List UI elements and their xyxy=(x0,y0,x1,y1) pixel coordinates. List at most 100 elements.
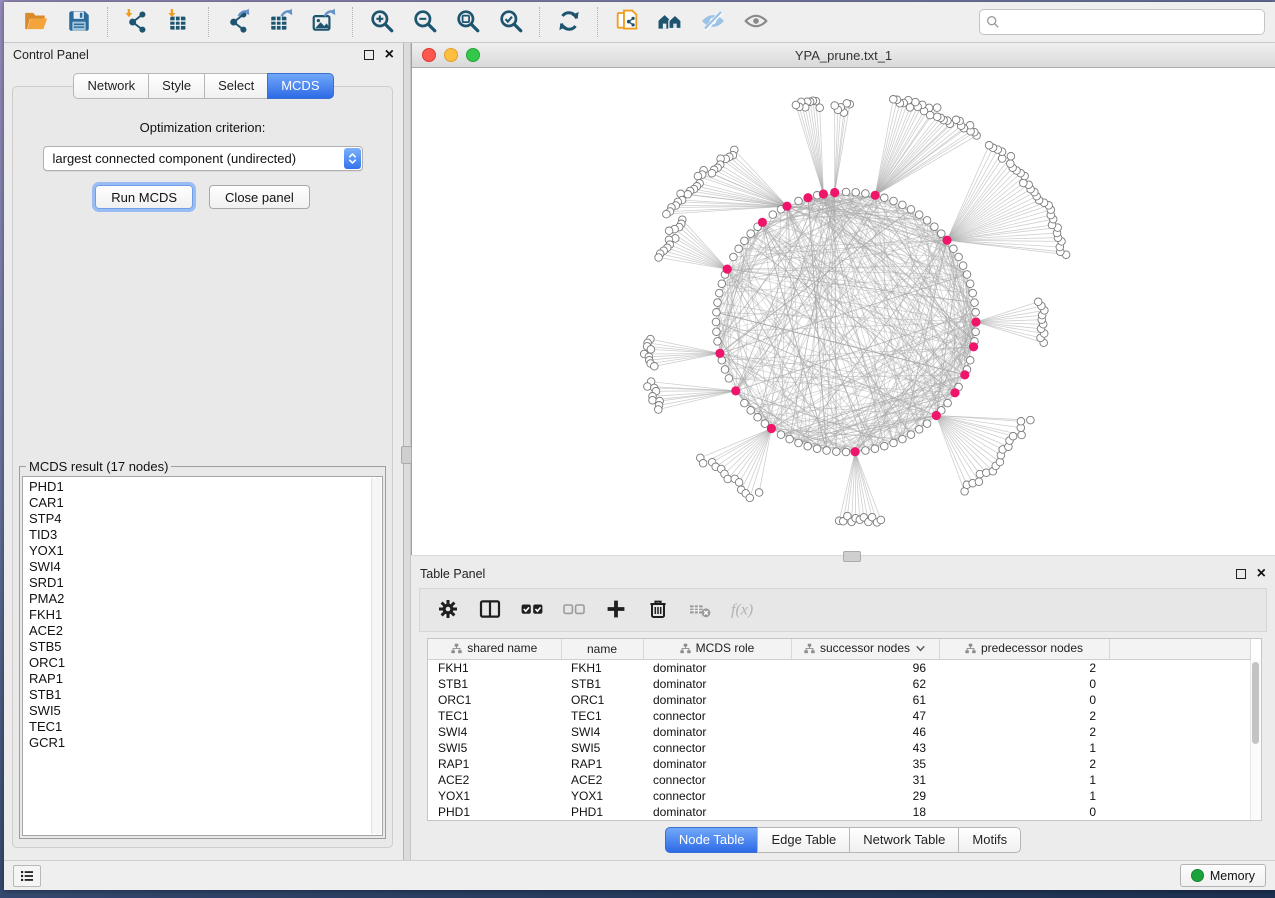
float-panel-icon[interactable] xyxy=(364,50,374,60)
node-table[interactable]: shared namenameMCDS rolesuccessor nodesp… xyxy=(428,639,1251,820)
window-zoom-button[interactable] xyxy=(466,48,480,62)
eye-icon xyxy=(743,8,769,37)
close-panel-button[interactable]: Close panel xyxy=(209,185,310,209)
tab-network[interactable]: Network xyxy=(73,73,149,99)
cell-name: TEC1 xyxy=(561,708,643,724)
mcds-node-item[interactable]: STB5 xyxy=(29,639,382,655)
mcds-node-item[interactable]: CAR1 xyxy=(29,495,382,511)
search-input[interactable] xyxy=(1004,14,1258,30)
export-network-button[interactable] xyxy=(216,6,259,38)
zoom-fit-button[interactable] xyxy=(446,6,489,38)
mcds-node-item[interactable]: RAP1 xyxy=(29,671,382,687)
hide-selected-button[interactable] xyxy=(691,6,734,38)
column-header-successor-nodes[interactable]: successor nodes xyxy=(791,639,939,660)
float-panel-icon[interactable] xyxy=(1236,569,1246,579)
task-history-button[interactable] xyxy=(13,865,41,887)
export-table-icon xyxy=(268,8,294,37)
toolbar-separator xyxy=(352,7,353,37)
result-list-scrollbar[interactable] xyxy=(371,478,381,834)
divider-handle[interactable] xyxy=(401,446,412,464)
network-window-titlebar[interactable]: YPA_prune.txt_1 xyxy=(412,43,1275,68)
column-header-MCDS-role[interactable]: MCDS role xyxy=(643,639,791,660)
close-panel-icon[interactable]: × xyxy=(1257,568,1266,580)
table-row[interactable]: TEC1TEC1connector472 xyxy=(428,708,1251,724)
mcds-node-item[interactable]: TID3 xyxy=(29,527,382,543)
new-network-from-selection-button[interactable] xyxy=(605,6,648,38)
run-mcds-button[interactable]: Run MCDS xyxy=(95,185,193,209)
tab-style[interactable]: Style xyxy=(148,73,205,99)
mcds-node-item[interactable]: SRD1 xyxy=(29,575,382,591)
mcds-node-item[interactable]: SWI5 xyxy=(29,703,382,719)
mcds-node-item[interactable]: YOX1 xyxy=(29,543,382,559)
export-image-button[interactable] xyxy=(302,6,345,38)
table-row[interactable]: RAP1RAP1dominator352 xyxy=(428,756,1251,772)
export-table-button[interactable] xyxy=(259,6,302,38)
open-session-button[interactable] xyxy=(14,6,57,38)
mcds-node-item[interactable]: GCR1 xyxy=(29,735,382,751)
network-canvas[interactable] xyxy=(412,68,1275,555)
horizontal-split-divider[interactable] xyxy=(411,555,1275,562)
cell-shared_name: TEC1 xyxy=(428,708,561,724)
table-row[interactable]: YOX1YOX1connector291 xyxy=(428,788,1251,804)
mcds-node-item[interactable]: ORC1 xyxy=(29,655,382,671)
column-header-predecessor-nodes[interactable]: predecessor nodes xyxy=(939,639,1109,660)
close-panel-icon[interactable]: × xyxy=(385,49,394,61)
column-header-shared-name[interactable]: shared name xyxy=(428,639,561,660)
create-column-button[interactable] xyxy=(596,593,636,627)
import-network-button[interactable] xyxy=(115,6,158,38)
delete-columns-button[interactable] xyxy=(638,593,678,627)
vertical-split-divider[interactable] xyxy=(403,43,411,860)
divider-handle[interactable] xyxy=(843,551,861,562)
table-row[interactable]: ORC1ORC1dominator610 xyxy=(428,692,1251,708)
mcds-node-item[interactable]: FKH1 xyxy=(29,607,382,623)
column-header-name[interactable]: name xyxy=(561,639,643,660)
save-session-button[interactable] xyxy=(57,6,100,38)
select-stepper-icon xyxy=(344,148,361,169)
list-icon xyxy=(19,868,35,884)
mcds-node-item[interactable]: PHD1 xyxy=(29,479,382,495)
select-all-columns-button[interactable] xyxy=(512,593,552,627)
tab-motifs[interactable]: Motifs xyxy=(958,827,1021,853)
zoom-in-icon xyxy=(369,8,395,37)
shared-column-icon xyxy=(680,643,691,654)
cell-name: PHD1 xyxy=(561,804,643,820)
mcds-node-item[interactable]: STB1 xyxy=(29,687,382,703)
import-table-button[interactable] xyxy=(158,6,201,38)
mcds-node-item[interactable]: PMA2 xyxy=(29,591,382,607)
memory-button[interactable]: Memory xyxy=(1180,864,1266,887)
table-row[interactable]: STB1STB1dominator620 xyxy=(428,676,1251,692)
zoom-out-button[interactable] xyxy=(403,6,446,38)
network-window-title: YPA_prune.txt_1 xyxy=(795,48,892,63)
tab-edge-table[interactable]: Edge Table xyxy=(757,827,850,853)
zoom-in-button[interactable] xyxy=(360,6,403,38)
mcds-node-item[interactable]: STP4 xyxy=(29,511,382,527)
tab-mcds[interactable]: MCDS xyxy=(267,73,333,99)
table-options-button[interactable] xyxy=(428,593,468,627)
table-row[interactable]: SWI4SWI4dominator462 xyxy=(428,724,1251,740)
zoom-selected-button[interactable] xyxy=(489,6,532,38)
cell-mcds_role: dominator xyxy=(643,676,791,692)
toolbar-group xyxy=(605,6,777,38)
unselect-all-columns-button[interactable] xyxy=(554,593,594,627)
mcds-node-item[interactable]: TEC1 xyxy=(29,719,382,735)
mcds-node-item[interactable]: ACE2 xyxy=(29,623,382,639)
table-scrollbar[interactable] xyxy=(1250,660,1261,820)
mcds-result-list[interactable]: PHD1CAR1STP4TID3YOX1SWI4SRD1PMA2FKH1ACE2… xyxy=(22,476,383,836)
tab-node-table[interactable]: Node Table xyxy=(665,827,759,853)
mcds-node-item[interactable]: SWI4 xyxy=(29,559,382,575)
tab-select[interactable]: Select xyxy=(204,73,268,99)
table-row[interactable]: PHD1PHD1dominator180 xyxy=(428,804,1251,820)
search-box[interactable] xyxy=(979,9,1265,35)
first-neighbors-button[interactable] xyxy=(648,6,691,38)
show-all-button[interactable] xyxy=(734,6,777,38)
tab-network-table[interactable]: Network Table xyxy=(849,827,959,853)
table-row[interactable]: FKH1FKH1dominator962 xyxy=(428,660,1251,677)
refresh-view-button[interactable] xyxy=(547,6,590,38)
table-scrollbar-thumb[interactable] xyxy=(1252,662,1259,744)
show-column-panel-button[interactable] xyxy=(470,593,510,627)
criterion-select[interactable]: largest connected component (undirected) xyxy=(43,146,363,171)
table-row[interactable]: ACE2ACE2connector311 xyxy=(428,772,1251,788)
window-minimize-button[interactable] xyxy=(444,48,458,62)
window-close-button[interactable] xyxy=(422,48,436,62)
table-row[interactable]: SWI5SWI5connector431 xyxy=(428,740,1251,756)
